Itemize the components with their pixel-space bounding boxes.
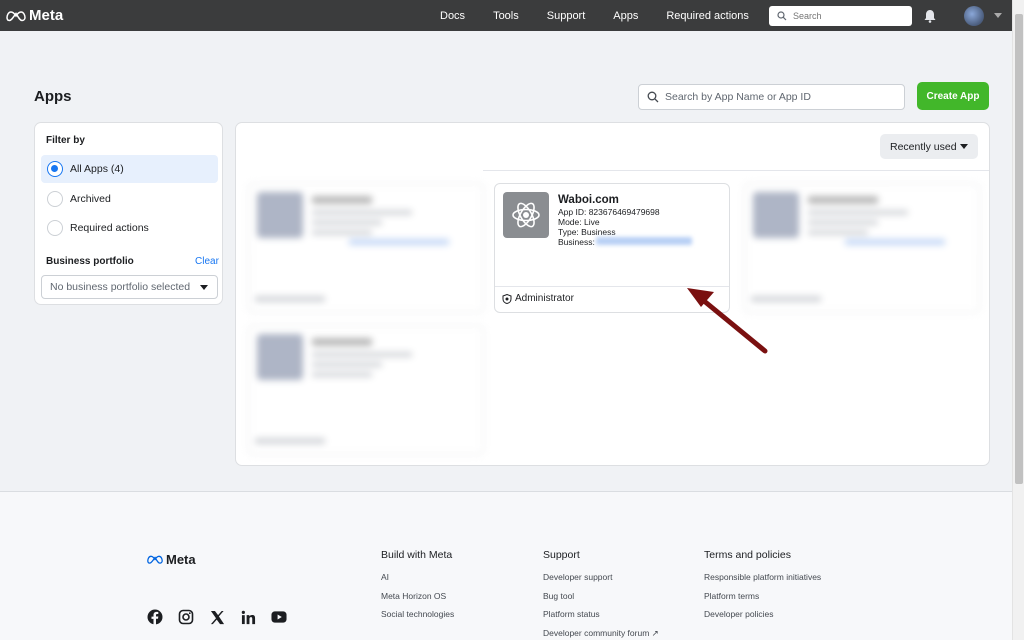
instagram-icon[interactable]: [178, 609, 194, 625]
nav-docs[interactable]: Docs: [440, 10, 465, 22]
youtube-icon[interactable]: [271, 609, 287, 625]
nav-support[interactable]: Support: [547, 10, 586, 22]
app-card-hidden[interactable]: [248, 183, 484, 313]
chevron-down-icon[interactable]: [994, 13, 1002, 18]
app-icon: [257, 192, 303, 238]
filter-option-label: All Apps (4): [70, 163, 124, 175]
x-icon[interactable]: [209, 609, 225, 625]
meta-logo[interactable]: Meta: [6, 7, 63, 24]
filter-required-actions[interactable]: Required actions: [41, 214, 218, 242]
filter-option-label: Required actions: [70, 222, 149, 234]
app-icon: [257, 334, 303, 380]
create-app-button[interactable]: Create App: [917, 82, 989, 110]
app-business: Business:: [558, 237, 595, 247]
footer-col-title: Build with Meta: [381, 549, 453, 561]
footer-col-title: Terms and policies: [704, 549, 791, 561]
footer-col-title: Support: [543, 549, 580, 561]
footer-link-social-tech[interactable]: Social technologies: [381, 609, 454, 628]
business-portfolio-select[interactable]: No business portfolio selected: [41, 275, 218, 299]
search-icon: [777, 11, 787, 21]
page-title: Apps: [34, 88, 72, 105]
shield-icon: [502, 293, 512, 304]
radio-checked-icon[interactable]: [47, 161, 63, 177]
meta-infinity-icon: [6, 10, 26, 21]
footer-link-responsible[interactable]: Responsible platform initiatives: [704, 572, 821, 591]
app-icon: [753, 192, 799, 238]
role-badge: Administrator: [502, 293, 574, 304]
app-type: Type: Business: [558, 227, 616, 237]
filter-title: Filter by: [46, 135, 85, 146]
radio-unchecked-icon[interactable]: [47, 191, 63, 207]
footer-link-horizon[interactable]: Meta Horizon OS: [381, 591, 454, 610]
sort-dropdown[interactable]: Recently used: [880, 134, 978, 159]
business-portfolio-value: No business portfolio selected: [50, 281, 191, 293]
app-search-input[interactable]: [665, 91, 895, 103]
sort-label: Recently used: [890, 140, 957, 153]
nav-search[interactable]: [769, 6, 912, 26]
meta-logo-text: Meta: [29, 7, 64, 24]
filter-option-label: Archived: [70, 193, 111, 205]
scrollbar[interactable]: [1012, 0, 1024, 640]
footer-link-community-forum[interactable]: Developer community forum ↗: [543, 628, 659, 640]
search-icon: [647, 91, 659, 103]
top-nav: Meta Docs Tools Support Apps Required ac…: [0, 0, 1012, 31]
nav-apps[interactable]: Apps: [613, 10, 638, 22]
bell-icon[interactable]: [923, 9, 937, 23]
atom-icon: [503, 192, 549, 238]
app-card-hidden[interactable]: [248, 325, 484, 455]
footer-link-platform-terms[interactable]: Platform terms: [704, 591, 821, 610]
social-links: [147, 609, 287, 625]
app-name[interactable]: Waboi.com: [558, 194, 619, 206]
footer-link-dev-support[interactable]: Developer support: [543, 572, 659, 591]
nav-links: Docs Tools Support Apps Required actions: [440, 0, 777, 31]
nav-required-actions[interactable]: Required actions: [666, 10, 749, 22]
nav-search-input[interactable]: [793, 11, 903, 21]
business-portfolio-label: Business portfolio: [46, 256, 134, 267]
footer-col-terms: Terms and policies Responsible platform …: [704, 549, 821, 628]
footer-col-build: Build with Meta AI Meta Horizon OS Socia…: [381, 549, 454, 628]
footer-brand: Meta: [166, 552, 196, 567]
footer-link-ai[interactable]: AI: [381, 572, 454, 591]
chevron-down-icon: [960, 144, 968, 149]
filter-archived[interactable]: Archived: [41, 185, 218, 213]
meta-infinity-icon: [147, 555, 163, 564]
apps-panel: Recently used Waboi.com App ID: 82367646…: [235, 122, 990, 466]
linkedin-icon[interactable]: [240, 609, 256, 625]
divider: [483, 170, 989, 171]
scrollbar-thumb[interactable]: [1015, 14, 1023, 484]
footer-link-dev-policies[interactable]: Developer policies: [704, 609, 821, 628]
app-id: App ID: 823676469479698: [558, 207, 660, 217]
footer-col-support: Support Developer support Bug tool Platf…: [543, 549, 659, 640]
nav-tools[interactable]: Tools: [493, 10, 519, 22]
filter-all-apps[interactable]: All Apps (4): [41, 155, 218, 183]
clear-button[interactable]: Clear: [195, 256, 219, 267]
filter-panel: Filter by All Apps (4) Archived Required…: [34, 122, 223, 305]
role-label: Administrator: [515, 293, 574, 304]
facebook-icon[interactable]: [147, 609, 163, 625]
footer: Meta Build with Meta AI Meta Horizon OS …: [0, 491, 1012, 640]
chevron-down-icon: [200, 285, 208, 290]
annotation-arrow-icon: [687, 288, 768, 354]
footer-link-bug-tool[interactable]: Bug tool: [543, 591, 659, 610]
business-link-redacted[interactable]: [596, 237, 692, 245]
app-mode: Mode: Live: [558, 217, 600, 227]
app-search[interactable]: [638, 84, 905, 110]
footer-link-platform-status[interactable]: Platform status: [543, 609, 659, 628]
footer-meta-logo[interactable]: Meta: [147, 552, 196, 567]
avatar[interactable]: [964, 6, 984, 26]
radio-unchecked-icon[interactable]: [47, 220, 63, 236]
